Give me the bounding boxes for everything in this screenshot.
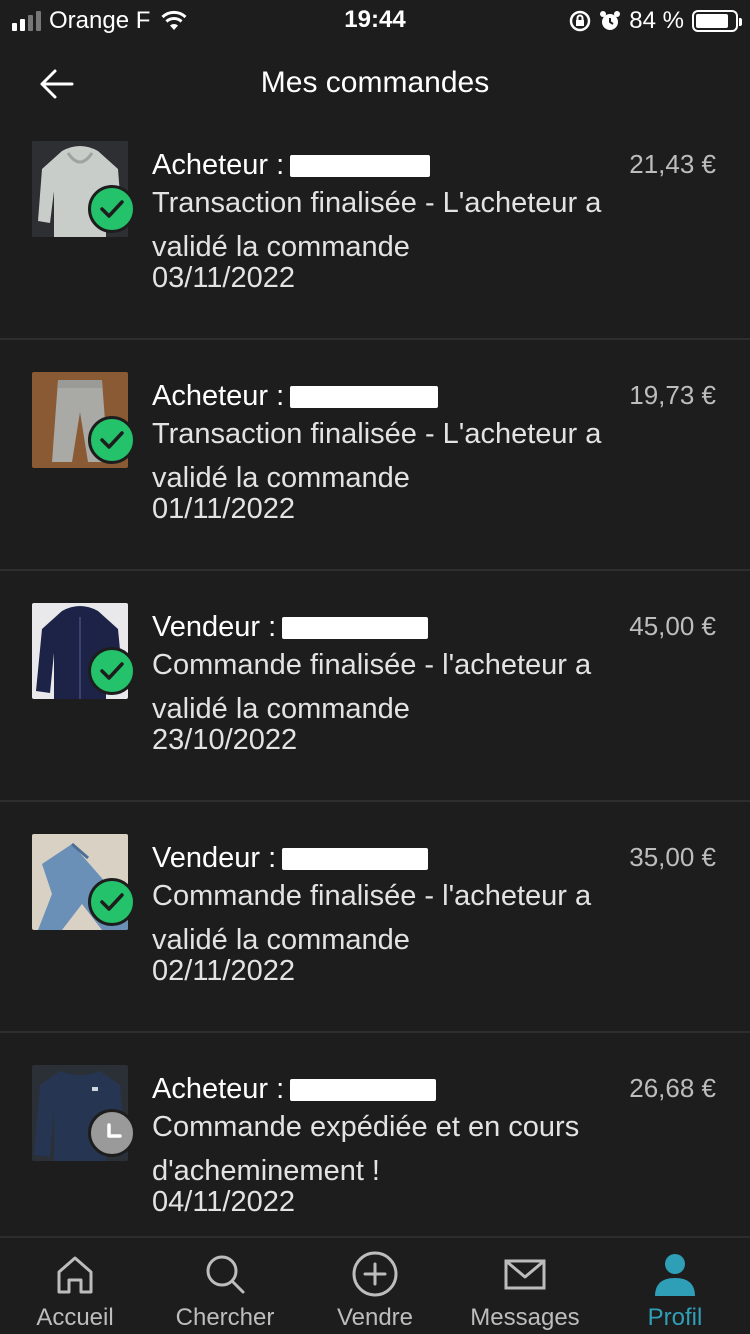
- nav-item-profil[interactable]: Profil: [600, 1238, 750, 1334]
- mail-icon: [504, 1259, 546, 1290]
- order-status: Transaction finalisée - L'acheteur a val…: [152, 412, 712, 500]
- order-status: Commande finalisée - l'acheteur a validé…: [152, 874, 712, 962]
- status-bar: Orange F 19:44 84 %: [0, 0, 750, 42]
- order-role: Vendeur :: [152, 611, 429, 644]
- order-role-label: Acheteur :: [152, 380, 285, 412]
- order-row[interactable]: Vendeur : 35,00 € Commande finalisée - l…: [0, 802, 750, 1033]
- order-date: 04/11/2022: [152, 1186, 295, 1218]
- order-row[interactable]: Acheteur : 21,43 € Transaction finalisée…: [0, 130, 750, 340]
- home-icon: [57, 1256, 93, 1294]
- order-date: 02/11/2022: [152, 955, 295, 987]
- order-role: Acheteur :: [152, 149, 431, 182]
- completed-check-icon: [88, 185, 136, 233]
- nav-item-vendre[interactable]: Vendre: [300, 1238, 450, 1334]
- bottom-nav: Accueil Chercher Vendre Messages Profil: [0, 1236, 750, 1334]
- order-price: 35,00 €: [629, 842, 716, 872]
- battery-percent: 84 %: [629, 7, 684, 34]
- order-status: Commande expédiée et en cours d'achemine…: [152, 1105, 712, 1193]
- nav-item-accueil[interactable]: Accueil: [0, 1238, 150, 1334]
- order-status: Commande finalisée - l'acheteur a validé…: [152, 643, 712, 731]
- nav-label: Accueil: [36, 1304, 114, 1331]
- order-status: Transaction finalisée - L'acheteur a val…: [152, 181, 712, 269]
- order-date: 01/11/2022: [152, 493, 295, 525]
- order-role-label: Vendeur :: [152, 842, 277, 874]
- nav-label: Profil: [647, 1304, 703, 1331]
- nav-item-chercher[interactable]: Chercher: [150, 1238, 300, 1334]
- screen: Orange F 19:44 84 % Mes commandes Achete…: [0, 0, 750, 1334]
- completed-check-icon: [88, 416, 136, 464]
- completed-check-icon: [88, 647, 136, 695]
- nav-label: Chercher: [175, 1304, 275, 1331]
- order-row[interactable]: Vendeur : 45,00 € Commande finalisée - l…: [0, 571, 750, 802]
- order-role: Vendeur :: [152, 842, 429, 875]
- orientation-lock-icon: [570, 10, 591, 32]
- nav-label: Vendre: [336, 1304, 414, 1331]
- redacted-username: [290, 154, 431, 177]
- order-row[interactable]: Acheteur : 26,68 € Commande expédiée et …: [0, 1033, 750, 1236]
- nav-label: Messages: [470, 1304, 580, 1331]
- order-price: 45,00 €: [629, 611, 716, 641]
- page-title: Mes commandes: [260, 66, 490, 99]
- search-icon: [206, 1255, 245, 1294]
- battery-icon: [692, 10, 742, 32]
- order-row[interactable]: Acheteur : 19,73 € Transaction finalisée…: [0, 340, 750, 571]
- order-status-line: Transaction finalisée - L'acheteur a: [152, 187, 602, 219]
- order-date: 23/10/2022: [152, 724, 298, 756]
- alarm-icon: [600, 11, 621, 30]
- redacted-username: [282, 616, 429, 639]
- battery-fill: [696, 14, 728, 28]
- completed-check-icon: [88, 878, 136, 926]
- redacted-username: [282, 847, 429, 870]
- pending-clock-icon: [88, 1109, 136, 1157]
- order-role-label: Acheteur :: [152, 149, 285, 181]
- order-price: 19,73 €: [629, 380, 716, 410]
- order-role: Acheteur :: [152, 380, 439, 413]
- order-status-line: Commande expédiée et en cours: [152, 1111, 580, 1143]
- redacted-username: [290, 1078, 437, 1101]
- plus-circle-icon: [352, 1251, 398, 1297]
- order-status-line: Transaction finalisée - L'acheteur a: [152, 418, 602, 450]
- order-price: 26,68 €: [629, 1073, 716, 1103]
- nav-item-messages[interactable]: Messages: [450, 1238, 600, 1334]
- order-role-label: Vendeur :: [152, 611, 277, 643]
- order-date: 03/11/2022: [152, 262, 295, 294]
- profile-icon: [655, 1254, 695, 1296]
- orders-list[interactable]: Acheteur : 21,43 € Transaction finalisée…: [0, 130, 750, 1236]
- order-status-line: Commande finalisée - l'acheteur a: [152, 880, 592, 912]
- status-right: 84 %: [569, 6, 742, 36]
- order-role: Acheteur :: [152, 1073, 437, 1106]
- header: Mes commandes: [0, 42, 750, 130]
- order-status-line: Commande finalisée - l'acheteur a: [152, 649, 592, 681]
- redacted-username: [290, 385, 439, 408]
- order-role-label: Acheteur :: [152, 1073, 285, 1105]
- order-price: 21,43 €: [629, 149, 716, 179]
